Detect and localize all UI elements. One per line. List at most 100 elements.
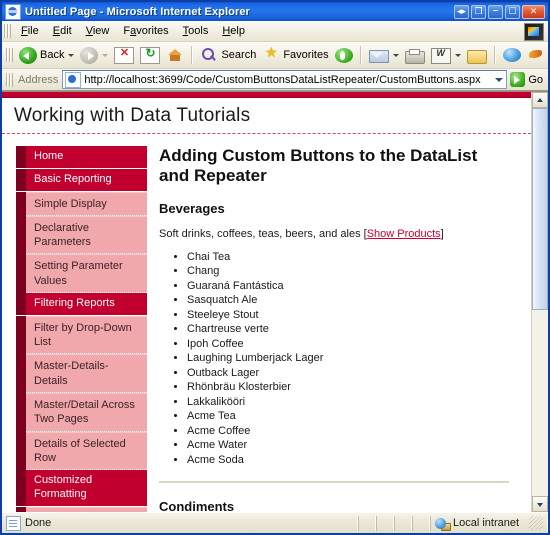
discuss-button[interactable] — [464, 44, 490, 66]
scroll-up-arrow-icon[interactable] — [532, 92, 548, 108]
mail-button[interactable] — [366, 44, 402, 66]
print-icon — [405, 51, 425, 64]
back-history-chevron-icon[interactable] — [68, 54, 74, 57]
globe-button[interactable] — [500, 44, 524, 66]
scrollbar-thumb[interactable] — [532, 108, 548, 310]
ie-page-icon — [5, 4, 21, 20]
list-item: Lakkalikööri — [187, 395, 509, 410]
show-products-link[interactable]: Show Products — [367, 228, 441, 240]
menu-favorites[interactable]: Favorites — [116, 23, 175, 39]
resize-grip[interactable] — [529, 516, 543, 530]
minimize-button[interactable]: – — [488, 5, 503, 19]
refresh-button[interactable] — [137, 44, 163, 66]
forward-history-chevron-icon[interactable] — [102, 54, 108, 57]
category-description: Soft drinks, coffees, teas, beers, and a… — [159, 228, 509, 240]
sidebar-item-basic-reporting[interactable]: Basic Reporting — [26, 169, 147, 192]
address-input[interactable]: http://localhost:3699/Code/CustomButtons… — [62, 70, 507, 89]
go-button[interactable]: Go — [508, 72, 548, 87]
address-label: Address — [16, 74, 62, 86]
nav-section-home: Home — [16, 146, 147, 169]
list-item: Ipoh Coffee — [187, 337, 509, 352]
sidebar-item-setting-parameter-values[interactable]: Setting Parameter Values — [26, 254, 147, 293]
toolbar-grip-handle[interactable] — [6, 48, 13, 62]
forward-button[interactable] — [77, 44, 111, 66]
menu-view[interactable]: View — [79, 23, 117, 39]
status-bar: Done Local intranet — [2, 512, 548, 533]
scroll-down-arrow-icon[interactable] — [532, 496, 548, 512]
status-pane-1 — [358, 516, 376, 531]
page-favicon-icon — [65, 72, 81, 88]
menu-edit[interactable]: Edit — [46, 23, 79, 39]
mail-chevron-icon[interactable] — [393, 54, 399, 57]
restore-group-button[interactable]: ◂▸ — [454, 5, 469, 19]
restore-window-button[interactable]: ❐ — [471, 5, 486, 19]
print-button[interactable] — [402, 44, 428, 66]
sidebar-item-master-detail-across-two-pages[interactable]: Master/Detail Across Two Pages — [26, 393, 147, 432]
sidebar-item-master-details-details[interactable]: Master-Details-Details — [26, 354, 147, 393]
favorites-button[interactable]: Favorites — [259, 44, 331, 66]
site-title: Working with Data Tutorials — [14, 105, 531, 127]
category-block: Beverages Soft drinks, coffees, teas, be… — [159, 201, 509, 468]
search-icon — [200, 46, 218, 64]
local-intranet-icon — [435, 517, 449, 530]
mail-icon — [369, 50, 389, 63]
page-body: Home Basic Reporting Simple Display Decl… — [2, 134, 531, 512]
globe-icon — [503, 48, 521, 62]
sidebar-item-format-colors[interactable]: Format Colors — [26, 507, 147, 512]
address-bar: Address http://localhost:3699/Code/Custo… — [2, 69, 548, 91]
home-button[interactable] — [163, 44, 187, 66]
list-item: Chai Tea — [187, 250, 509, 265]
go-label: Go — [528, 74, 543, 86]
home-icon — [166, 46, 184, 64]
menu-grip-handle[interactable] — [4, 24, 11, 38]
media-icon — [335, 48, 353, 63]
menu-help[interactable]: Help — [215, 23, 252, 39]
sidebar-item-declarative-parameters[interactable]: Declarative Parameters — [26, 216, 147, 255]
security-zone-label: Local intranet — [453, 517, 519, 529]
maximize-button[interactable]: ☐ — [505, 5, 520, 19]
edit-chevron-icon[interactable] — [455, 54, 461, 57]
menu-tools[interactable]: Tools — [176, 23, 216, 39]
sidebar-navigation: Home Basic Reporting Simple Display Decl… — [2, 134, 147, 512]
back-button[interactable]: Back — [16, 44, 77, 66]
list-item: Acme Soda — [187, 453, 509, 468]
list-item: Guaraná Fantástica — [187, 279, 509, 294]
favorites-star-icon — [262, 46, 280, 64]
address-dropdown-button[interactable] — [490, 72, 506, 87]
go-arrow-icon — [510, 72, 525, 87]
sidebar-item-simple-display[interactable]: Simple Display — [26, 192, 147, 216]
chevron-down-icon — [495, 78, 503, 82]
window-controls: ◂▸ ❐ – ☐ ✕ — [454, 5, 547, 19]
sidebar-item-details-of-selected-row[interactable]: Details of Selected Row — [26, 432, 147, 471]
discuss-icon — [467, 50, 487, 64]
stop-button[interactable] — [111, 44, 137, 66]
nav-section-basic-reporting: Basic Reporting Simple Display Declarati… — [16, 169, 147, 293]
list-item: Rhönbräu Klosterbier — [187, 380, 509, 395]
menu-file[interactable]: File — [14, 23, 46, 39]
search-button[interactable]: Search — [197, 44, 259, 66]
scrollbar-track[interactable] — [532, 108, 548, 496]
edit-in-word-button[interactable] — [428, 44, 464, 66]
favorites-label: Favorites — [283, 49, 328, 61]
security-zone-pane[interactable]: Local intranet — [430, 516, 548, 531]
list-item: Steeleye Stout — [187, 308, 509, 323]
messenger-button[interactable] — [524, 44, 548, 66]
close-button[interactable]: ✕ — [522, 5, 545, 19]
address-url-text[interactable]: http://localhost:3699/Code/CustomButtons… — [84, 74, 490, 86]
toolbar-separator — [494, 46, 496, 64]
list-item: Outback Lager — [187, 366, 509, 381]
title-bar: Untitled Page - Microsoft Internet Explo… — [2, 2, 548, 21]
product-list: Chai Tea Chang Guaraná Fantástica Sasqua… — [159, 250, 509, 468]
document-icon — [6, 516, 21, 531]
media-button[interactable] — [332, 44, 356, 66]
sidebar-item-filter-by-drop-down-list[interactable]: Filter by Drop-Down List — [26, 316, 147, 355]
category-block: Condiments Sweet and savory sauces, reli… — [159, 499, 509, 512]
sidebar-item-filtering-reports[interactable]: Filtering Reports — [26, 293, 147, 316]
nav-section-filtering-reports: Filtering Reports Filter by Drop-Down Li… — [16, 293, 147, 470]
vertical-scrollbar[interactable] — [531, 92, 548, 512]
sidebar-item-customized-formatting[interactable]: Customized Formatting — [26, 470, 147, 507]
list-item: Laughing Lumberjack Lager — [187, 351, 509, 366]
sidebar-item-home[interactable]: Home — [26, 146, 147, 169]
address-grip-handle[interactable] — [6, 73, 13, 87]
page-title: Adding Custom Buttons to the DataList an… — [159, 146, 509, 187]
